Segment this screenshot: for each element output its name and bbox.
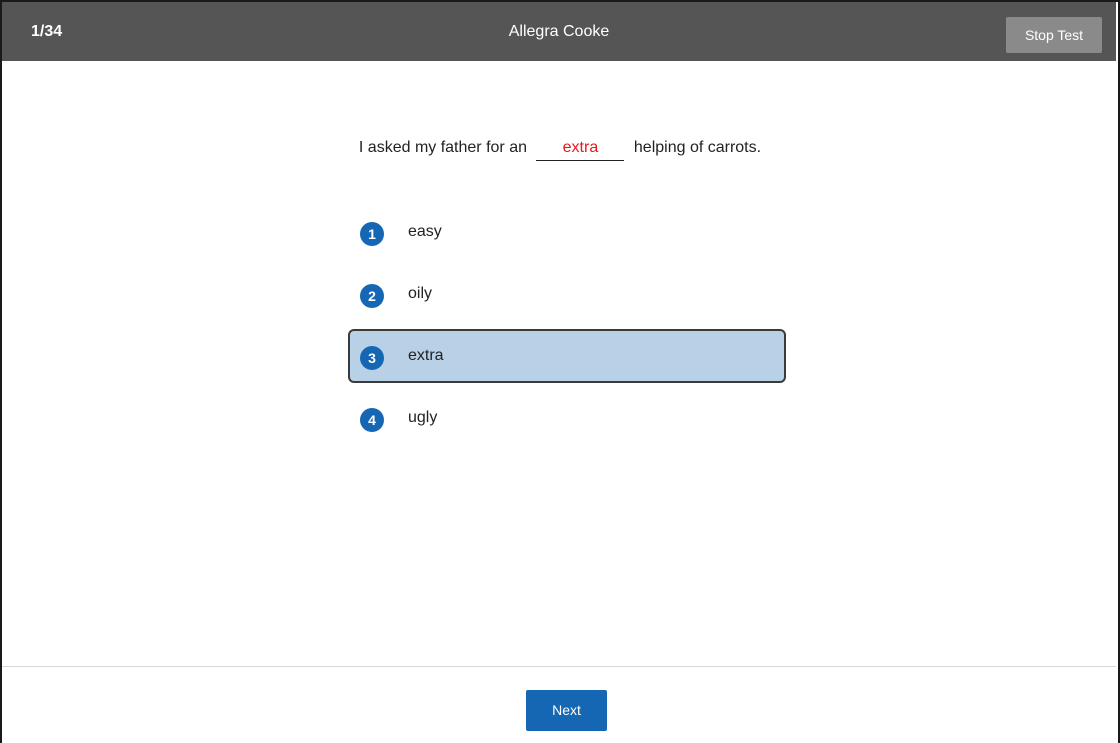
choice-number-badge: 3 xyxy=(360,346,384,370)
choice-2[interactable]: 2 oily xyxy=(348,267,786,321)
answer-blank: extra xyxy=(536,139,625,161)
choice-label: extra xyxy=(408,347,444,364)
choice-number-badge: 4 xyxy=(360,408,384,432)
choice-1[interactable]: 1 easy xyxy=(348,205,786,259)
choice-label: easy xyxy=(408,223,442,240)
choice-4[interactable]: 4 ugly xyxy=(348,391,786,445)
stop-test-button[interactable]: Stop Test xyxy=(1006,17,1102,53)
sentence-before: I asked my father for an xyxy=(358,139,527,156)
header-bar: 1/34 Allegra Cooke Stop Test xyxy=(2,2,1116,61)
answer-choices: 1 easy 2 oily 3 extra 4 ugly xyxy=(348,205,786,453)
footer-divider xyxy=(2,666,1116,667)
choice-label: ugly xyxy=(408,409,438,426)
choice-3[interactable]: 3 extra xyxy=(348,329,786,383)
choice-label: oily xyxy=(408,285,433,302)
choice-number-badge: 2 xyxy=(360,284,384,308)
sentence-after: helping of carrots. xyxy=(633,139,762,156)
next-button[interactable]: Next xyxy=(526,690,607,731)
student-name: Allegra Cooke xyxy=(508,23,610,40)
question-sentence: I asked my father for an extra helping o… xyxy=(0,139,1120,161)
choice-number-badge: 1 xyxy=(360,222,384,246)
